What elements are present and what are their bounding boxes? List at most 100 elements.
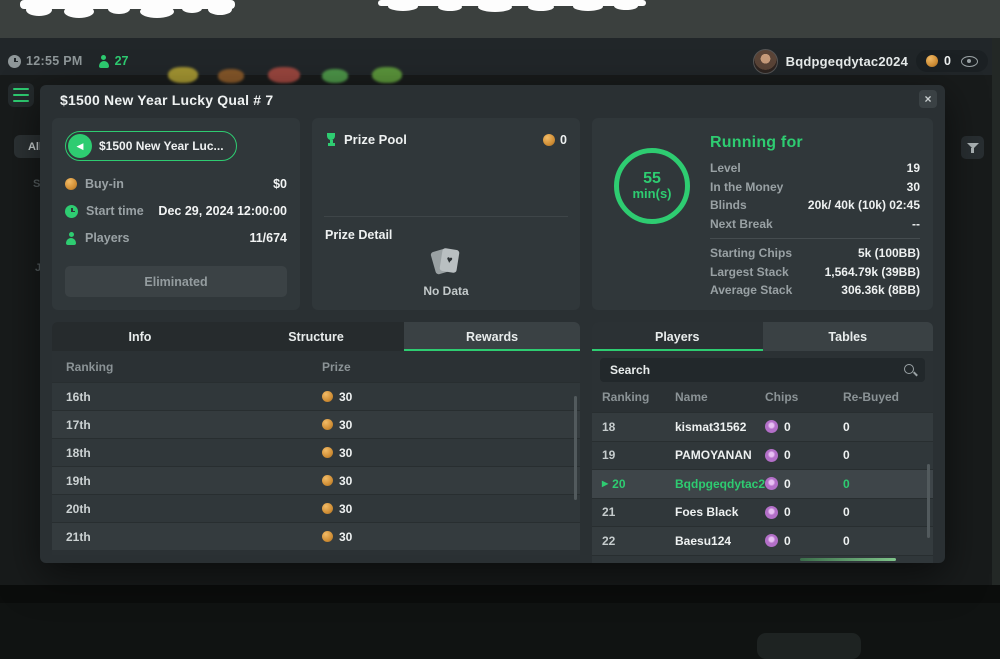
player-chips: 0 <box>784 534 791 548</box>
page-scrollbar[interactable] <box>992 38 1000 603</box>
clock-icon <box>8 55 21 68</box>
reward-ranking: 17th <box>52 418 322 432</box>
rewards-table-row[interactable]: 16th 30 <box>52 382 580 410</box>
eye-icon[interactable] <box>961 56 978 67</box>
coin-icon <box>926 55 938 67</box>
players-scrollbar[interactable] <box>927 464 930 538</box>
info-row-value: Dec 29, 2024 12:00:00 <box>158 204 287 218</box>
info-row: Buy-in $0 <box>65 176 287 192</box>
rewards-table-header: Ranking Prize <box>52 351 580 382</box>
reward-prize: 30 <box>339 446 352 460</box>
players-tab[interactable]: Players <box>592 322 763 351</box>
players-tabbar: Players Tables <box>592 322 933 351</box>
avatar[interactable] <box>753 49 778 74</box>
rewards-table-row[interactable]: 18th 30 <box>52 438 580 466</box>
stack-row: Largest Stack 1,564.79k (39BB) <box>710 263 920 282</box>
coin-icon <box>322 503 333 514</box>
player-name: PAMOYANAN <box>675 448 765 462</box>
prize-detail-label: Prize Detail <box>325 228 392 242</box>
search-input[interactable] <box>600 358 925 382</box>
tournament-pill[interactable]: ◀ $1500 New Year Luc... <box>65 131 237 161</box>
modal-title: $1500 New Year Lucky Qual # 7 <box>60 92 273 108</box>
coin-icon <box>322 447 333 458</box>
info-row-value: 11/674 <box>249 231 287 245</box>
coin-icon <box>543 134 555 146</box>
status-row-label: In the Money <box>710 180 783 194</box>
timer-unit: min(s) <box>633 187 672 201</box>
menu-button[interactable] <box>8 83 34 107</box>
player-ranking: 20 <box>612 477 625 491</box>
rewards-tab[interactable]: Rewards <box>404 322 580 351</box>
rewards-scrollbar[interactable] <box>574 396 577 500</box>
player-name: rinaputur <box>675 562 765 563</box>
trophy-icon <box>325 133 337 146</box>
stack-row-label: Largest Stack <box>710 265 789 279</box>
rewards-table-row[interactable]: 21th 30 <box>52 522 580 550</box>
coin-icon <box>322 475 333 486</box>
players-table-row[interactable]: 21 Foes Black 0 0 <box>592 498 933 527</box>
username: Bqdpgeqdytac2024 <box>786 54 908 69</box>
column-ranking: Ranking <box>592 390 675 404</box>
players-tab[interactable]: Tables <box>763 322 934 351</box>
divider <box>710 238 920 239</box>
player-rebuyed: 0 <box>843 448 923 462</box>
lobby-emoji-icon <box>372 67 402 83</box>
timer-value: 55 <box>643 171 661 187</box>
reward-prize: 30 <box>339 474 352 488</box>
no-data-text: No Data <box>312 284 580 298</box>
players-online-icon <box>98 55 110 68</box>
search-icon[interactable] <box>903 363 917 377</box>
prize-pool-card: Prize Pool 0 Prize Detail ♥ No Data <box>312 118 580 310</box>
players-table-row[interactable]: 22 Baesu124 0 0 <box>592 526 933 555</box>
rewards-table-row[interactable]: 17th 30 <box>52 410 580 438</box>
top-bar-left: 12:55 PM 27 <box>8 48 129 74</box>
status-row-label: Level <box>710 161 741 175</box>
prize-pool-label: Prize Pool <box>344 132 407 147</box>
lobby-emoji-icon <box>218 69 244 83</box>
tournament-info-card: ◀ $1500 New Year Luc... Buy-in $0 Start … <box>52 118 300 310</box>
reward-ranking: 18th <box>52 446 322 460</box>
balance-value: 0 <box>944 54 951 68</box>
running-timer-ring: 55 min(s) <box>614 148 690 224</box>
players-table-row[interactable]: 18 kismat31562 0 0 <box>592 412 933 441</box>
stack-row-value: 5k (100BB) <box>858 246 920 260</box>
player-rebuyed: 0 <box>843 477 923 491</box>
reward-ranking: 16th <box>52 390 322 404</box>
status-row: Level 19 <box>710 159 920 178</box>
status-row-value: 20k/ 40k (10k) 02:45 <box>808 198 920 212</box>
players-table-row[interactable]: ▶ 20 Bqdpgeqdytac2... 0 0 <box>592 469 933 498</box>
player-name: Bqdpgeqdytac2... <box>675 477 765 491</box>
player-name: Foes Black <box>675 505 765 519</box>
column-prize: Prize <box>322 360 351 374</box>
info-row-label: Players <box>85 231 129 245</box>
chip-icon <box>765 506 778 519</box>
player-chips: 0 <box>784 420 791 434</box>
filter-button[interactable] <box>961 136 984 159</box>
player-ranking: 22 <box>602 534 615 548</box>
status-row-value: 19 <box>907 161 920 175</box>
prize-pool-amount: 0 <box>560 133 567 147</box>
rewards-tab[interactable]: Info <box>52 322 228 351</box>
rewards-tab[interactable]: Structure <box>228 322 404 351</box>
players-panel: Players Tables Ranking Name Chips Re-Buy… <box>592 322 933 563</box>
rewards-table-row[interactable]: 19th 30 <box>52 466 580 494</box>
players-horizontal-scrollbar[interactable] <box>800 558 896 561</box>
close-button[interactable]: × <box>919 90 937 108</box>
censor-scribble <box>20 0 235 18</box>
player-rebuyed: 0 <box>843 420 923 434</box>
chip-icon <box>765 449 778 462</box>
stack-row: Average Stack 306.36k (8BB) <box>710 281 920 300</box>
stack-row-value: 1,564.79k (39BB) <box>825 265 920 279</box>
reward-ranking: 19th <box>52 474 322 488</box>
player-ranking: 23 <box>602 562 615 563</box>
player-search <box>600 358 925 382</box>
eliminated-button[interactable]: Eliminated <box>65 266 287 297</box>
rewards-panel: Info Structure Rewards Ranking Prize 16t… <box>52 322 580 555</box>
rewards-table-row[interactable]: 20th 30 <box>52 494 580 522</box>
running-for-heading: Running for <box>710 134 920 152</box>
player-ranking: 21 <box>602 505 615 519</box>
player-name: Baesu124 <box>675 534 765 548</box>
info-row-value: $0 <box>273 177 287 191</box>
players-table-row[interactable]: 19 PAMOYANAN 0 0 <box>592 441 933 470</box>
rewards-tabbar: Info Structure Rewards <box>52 322 580 351</box>
